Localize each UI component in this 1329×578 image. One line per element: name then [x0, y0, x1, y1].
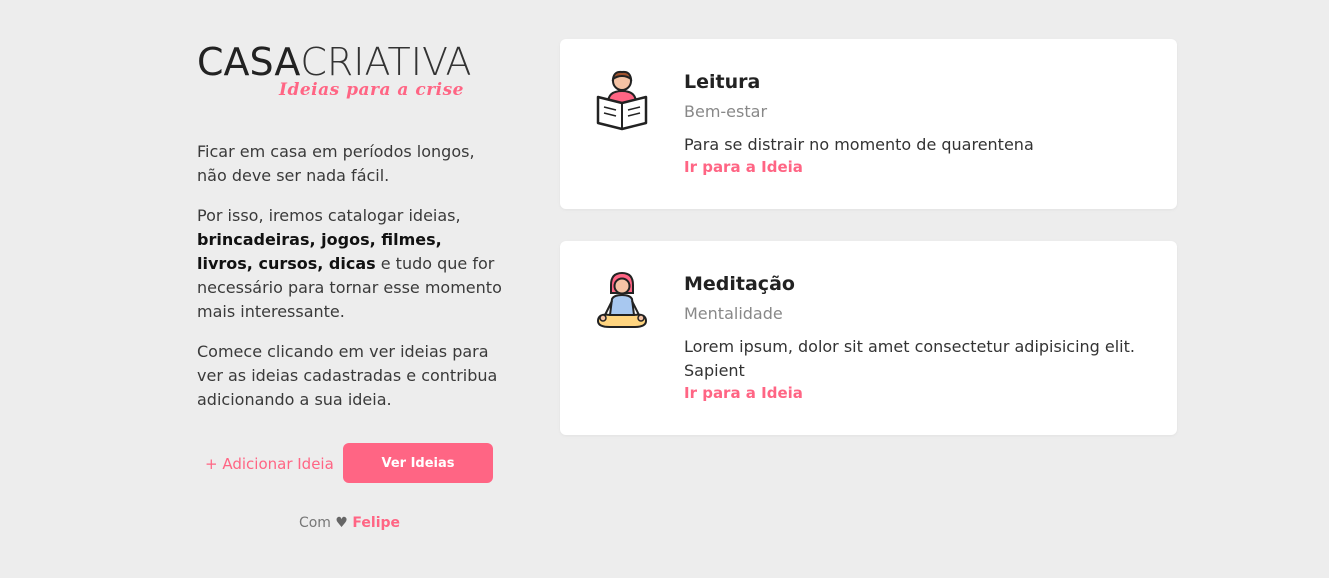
idea-link[interactable]: Ir para a Ideia — [684, 383, 1154, 403]
intro-text: Ficar em casa em períodos longos, não de… — [197, 140, 502, 412]
add-idea-button[interactable]: + Adicionar Ideia — [205, 455, 334, 473]
logo-light: CRIATIVA — [300, 40, 472, 84]
idea-card-content: Leitura Bem-estar Para se distrair no mo… — [684, 69, 1154, 177]
footer-prefix: Com — [298, 515, 331, 531]
meditation-icon — [594, 271, 650, 335]
idea-description: Lorem ipsum, dolor sit amet consectetur … — [684, 337, 1135, 380]
actions: + Adicionar Ideia Ver Ideias — [197, 443, 502, 483]
reading-icon — [594, 69, 650, 133]
idea-category: Mentalidade — [684, 304, 783, 323]
idea-card: Meditação Mentalidade Lorem ipsum, dolor… — [560, 241, 1177, 435]
idea-card: Leitura Bem-estar Para se distrair no mo… — [560, 39, 1177, 209]
idea-title: Meditação — [684, 273, 795, 295]
intro-paragraph-3: Comece clicando em ver ideias para ver a… — [197, 342, 498, 409]
intro-p2-start: Por isso, iremos catalogar ideias, — [197, 206, 461, 225]
intro-paragraph-2: Por isso, iremos catalogar ideias, brinc… — [197, 204, 502, 324]
sidebar: CASACRIATIVA Ideias para a crise Ficar e… — [197, 40, 502, 531]
heart-icon: ♥ — [335, 515, 348, 531]
logo-text: CASACRIATIVA — [197, 40, 502, 84]
logo: CASACRIATIVA Ideias para a crise — [197, 40, 502, 104]
logo-bold: CASA — [197, 40, 301, 84]
see-ideas-button[interactable]: Ver Ideias — [343, 443, 493, 483]
idea-card-content: Meditação Mentalidade Lorem ipsum, dolor… — [684, 271, 1154, 403]
idea-description: Para se distrair no momento de quarenten… — [684, 135, 1034, 154]
footer: Com ♥ Felipe — [197, 515, 502, 531]
idea-category: Bem-estar — [684, 102, 768, 121]
logo-tagline: Ideias para a crise — [279, 80, 464, 100]
footer-author[interactable]: Felipe — [352, 515, 400, 531]
idea-link[interactable]: Ir para a Ideia — [684, 157, 1154, 177]
intro-paragraph-1: Ficar em casa em períodos longos, não de… — [197, 142, 475, 185]
idea-title: Leitura — [684, 71, 761, 93]
